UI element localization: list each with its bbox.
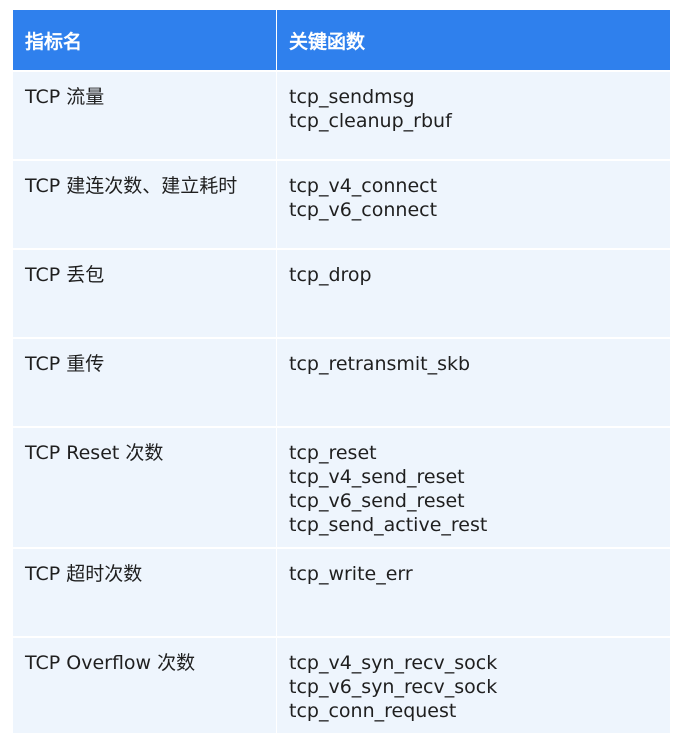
function-name: tcp_retransmit_skb — [289, 353, 471, 375]
metric-cell: TCP Overflow 次数 — [13, 636, 277, 733]
function-name: tcp_cleanup_rbuf — [289, 110, 452, 132]
function-cell: tcp_v4_syn_recv_sock tcp_v6_syn_recv_soc… — [277, 636, 670, 733]
metric-cell: TCP 建连次数、建立耗时 — [13, 159, 277, 248]
metric-cell: TCP 丢包 — [13, 248, 277, 337]
function-name: tcp_reset — [289, 442, 377, 464]
function-cell: tcp_reset tcp_v4_send_reset tcp_v6_send_… — [277, 426, 670, 547]
table-row: TCP 超时次数 tcp_write_err — [13, 547, 670, 636]
table-row: TCP 丢包 tcp_drop — [13, 248, 670, 337]
table-row: TCP 建连次数、建立耗时 tcp_v4_connect tcp_v6_conn… — [13, 159, 670, 248]
function-name: tcp_sendmsg — [289, 86, 415, 108]
function-name: tcp_v6_send_reset — [289, 490, 465, 512]
header-metric-name: 指标名 — [13, 10, 277, 70]
table-row: TCP Reset 次数 tcp_reset tcp_v4_send_reset… — [13, 426, 670, 547]
function-name: tcp_drop — [289, 264, 372, 286]
function-name: tcp_v4_connect — [289, 175, 438, 197]
table-header: 指标名 关键函数 — [13, 10, 670, 70]
metrics-table-container: 指标名 关键函数 TCP 流量 tcp_sendmsg tcp_cleanup_… — [13, 10, 670, 733]
function-name: tcp_conn_request — [289, 700, 457, 722]
header-key-function: 关键函数 — [277, 10, 670, 70]
function-cell: tcp_sendmsg tcp_cleanup_rbuf — [277, 70, 670, 159]
function-name: tcp_v6_connect — [289, 199, 438, 221]
table-row: TCP 流量 tcp_sendmsg tcp_cleanup_rbuf — [13, 70, 670, 159]
table-body: TCP 流量 tcp_sendmsg tcp_cleanup_rbuf TCP … — [13, 70, 670, 733]
metric-cell: TCP 超时次数 — [13, 547, 277, 636]
table-row: TCP 重传 tcp_retransmit_skb — [13, 337, 670, 426]
metric-cell: TCP 流量 — [13, 70, 277, 159]
function-name: tcp_v4_send_reset — [289, 466, 465, 488]
function-cell: tcp_write_err — [277, 547, 670, 636]
function-cell: tcp_retransmit_skb — [277, 337, 670, 426]
header-row: 指标名 关键函数 — [13, 10, 670, 70]
metric-cell: TCP Reset 次数 — [13, 426, 277, 547]
function-cell: tcp_drop — [277, 248, 670, 337]
function-name: tcp_v4_syn_recv_sock — [289, 652, 498, 674]
function-name: tcp_send_active_rest — [289, 514, 488, 536]
table-row: TCP Overflow 次数 tcp_v4_syn_recv_sock tcp… — [13, 636, 670, 733]
metric-cell: TCP 重传 — [13, 337, 277, 426]
function-name: tcp_v6_syn_recv_sock — [289, 676, 498, 698]
function-name: tcp_write_err — [289, 563, 413, 585]
function-cell: tcp_v4_connect tcp_v6_connect — [277, 159, 670, 248]
metrics-table: 指标名 关键函数 TCP 流量 tcp_sendmsg tcp_cleanup_… — [13, 10, 670, 733]
